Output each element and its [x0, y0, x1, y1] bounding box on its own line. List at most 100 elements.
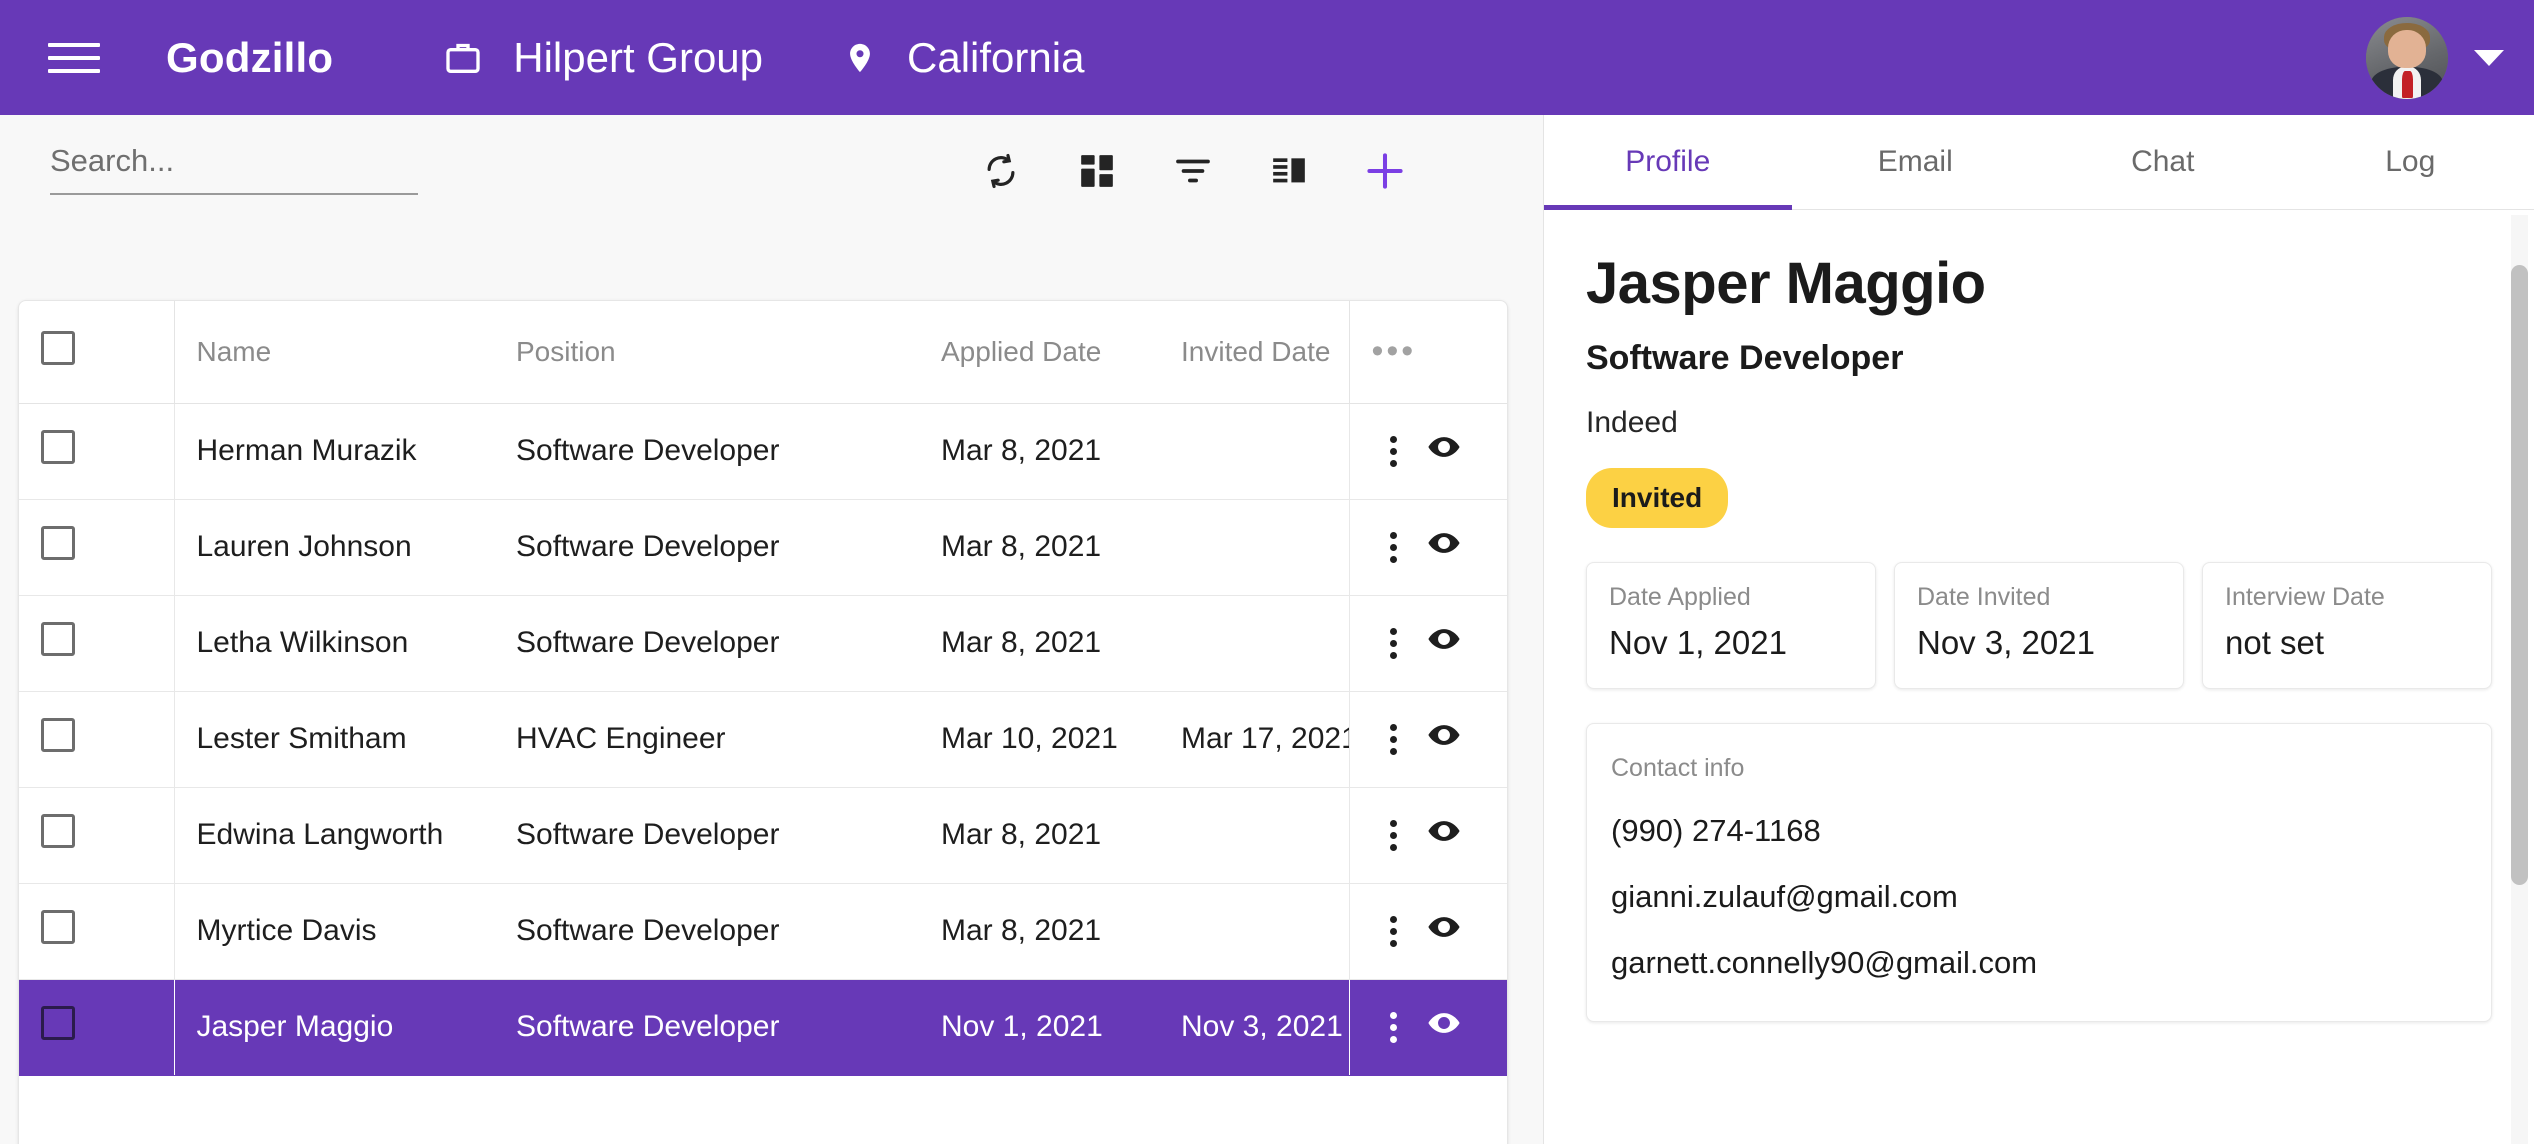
tab-profile[interactable]: Profile [1544, 115, 1792, 209]
cell-applied-date: Mar 8, 2021 [919, 787, 1159, 883]
contact-email-secondary[interactable]: garnett.connelly90@gmail.com [1611, 945, 2467, 981]
tab-log[interactable]: Log [2287, 115, 2534, 209]
contact-phone[interactable]: (990) 274-1168 [1611, 813, 2467, 849]
row-select-cell[interactable] [19, 595, 174, 691]
refresh-icon[interactable] [953, 135, 1049, 207]
row-select-cell[interactable] [19, 883, 174, 979]
row-checkbox[interactable] [41, 814, 75, 848]
cell-actions [1349, 499, 1508, 595]
table-row[interactable]: Lester SmithamHVAC EngineerMar 10, 2021M… [19, 691, 1508, 787]
candidates-table-card: Name Position Applied Date Invited Date … [18, 300, 1508, 1144]
tab-chat[interactable]: Chat [2039, 115, 2287, 209]
column-header-name[interactable]: Name [174, 301, 494, 403]
row-menu-icon[interactable] [1390, 628, 1397, 659]
table-header: Name Position Applied Date Invited Date … [19, 301, 1508, 403]
select-all-checkbox[interactable] [41, 331, 75, 365]
user-menu[interactable] [2366, 17, 2504, 99]
view-icon[interactable] [1427, 1006, 1461, 1048]
date-card-label: Date Applied [1609, 583, 1853, 612]
profile-source: Indeed [1586, 406, 2492, 440]
map-pin-icon [843, 36, 877, 80]
column-header-invited-date[interactable]: Invited Date [1159, 301, 1349, 403]
add-icon[interactable] [1337, 135, 1433, 207]
group-selector[interactable]: Hilpert Group [443, 34, 763, 82]
table-row[interactable]: Lauren JohnsonSoftware DeveloperMar 8, 2… [19, 499, 1508, 595]
location-selector[interactable]: California [843, 34, 1084, 82]
view-icon[interactable] [1427, 526, 1461, 568]
group-name: Hilpert Group [513, 34, 763, 82]
view-icon[interactable] [1427, 814, 1461, 856]
view-icon[interactable] [1427, 718, 1461, 760]
cell-name: Jasper Maggio [174, 979, 494, 1075]
view-icon[interactable] [1427, 910, 1461, 952]
row-select-cell[interactable] [19, 499, 174, 595]
row-menu-icon[interactable] [1390, 916, 1397, 947]
row-select-cell[interactable] [19, 979, 174, 1075]
row-checkbox[interactable] [41, 430, 75, 464]
row-checkbox[interactable] [41, 622, 75, 656]
detail-scrollbar-thumb[interactable] [2511, 265, 2528, 885]
candidates-pane: Name Position Applied Date Invited Date … [0, 115, 1543, 1144]
view-icon[interactable] [1427, 430, 1461, 472]
row-select-cell[interactable] [19, 691, 174, 787]
cell-name: Myrtice Davis [174, 883, 494, 979]
cell-invited-date: Nov 3, 2021 [1159, 979, 1349, 1075]
briefcase-icon [443, 37, 483, 79]
date-card-value: Nov 1, 2021 [1609, 624, 1853, 662]
column-options-menu[interactable]: ••• [1349, 301, 1508, 403]
cell-applied-date: Mar 8, 2021 [919, 499, 1159, 595]
column-header-position[interactable]: Position [494, 301, 919, 403]
view-icon[interactable] [1427, 622, 1461, 664]
cell-actions [1349, 595, 1508, 691]
profile-content: Jasper Maggio Software Developer Indeed … [1544, 210, 2534, 1144]
row-menu-icon[interactable] [1390, 436, 1397, 467]
cell-applied-date: Nov 1, 2021 [919, 979, 1159, 1075]
search-field[interactable] [50, 143, 418, 195]
row-checkbox[interactable] [41, 718, 75, 752]
cell-position: HVAC Engineer [494, 691, 919, 787]
chevron-down-icon[interactable] [2474, 50, 2504, 66]
row-menu-icon[interactable] [1390, 532, 1397, 563]
cell-name: Edwina Langworth [174, 787, 494, 883]
cell-position: Software Developer [494, 499, 919, 595]
tab-email[interactable]: Email [1792, 115, 2040, 209]
table-row[interactable]: Letha WilkinsonSoftware DeveloperMar 8, … [19, 595, 1508, 691]
cell-name: Lester Smitham [174, 691, 494, 787]
toolbar-actions [953, 135, 1433, 207]
cell-applied-date: Mar 8, 2021 [919, 403, 1159, 499]
detail-pane: ProfileEmailChatLog Jasper Maggio Softwa… [1543, 115, 2534, 1144]
select-all-cell[interactable] [19, 301, 174, 403]
row-checkbox[interactable] [41, 910, 75, 944]
table-row[interactable]: Myrtice DavisSoftware DeveloperMar 8, 20… [19, 883, 1508, 979]
row-select-cell[interactable] [19, 787, 174, 883]
filter-icon[interactable] [1145, 135, 1241, 207]
dashboard-icon[interactable] [1049, 135, 1145, 207]
location-name: California [907, 34, 1084, 82]
row-menu-icon[interactable] [1390, 724, 1397, 755]
cell-name: Herman Murazik [174, 403, 494, 499]
table-row[interactable]: Herman MurazikSoftware DeveloperMar 8, 2… [19, 403, 1508, 499]
cell-invited-date [1159, 595, 1349, 691]
candidates-table: Name Position Applied Date Invited Date … [19, 301, 1508, 1076]
profile-role: Software Developer [1586, 339, 2492, 378]
date-card-label: Date Invited [1917, 583, 2161, 612]
date-card: Date InvitedNov 3, 2021 [1894, 562, 2184, 689]
avatar[interactable] [2366, 17, 2448, 99]
cell-actions [1349, 403, 1508, 499]
row-menu-icon[interactable] [1390, 820, 1397, 851]
cell-actions [1349, 787, 1508, 883]
table-row[interactable]: Jasper MaggioSoftware DeveloperNov 1, 20… [19, 979, 1508, 1075]
search-input[interactable] [50, 143, 418, 195]
row-menu-icon[interactable] [1390, 1012, 1397, 1043]
hamburger-menu-icon[interactable] [48, 37, 100, 79]
column-header-applied-date[interactable]: Applied Date [919, 301, 1159, 403]
table-row[interactable]: Edwina LangworthSoftware DeveloperMar 8,… [19, 787, 1508, 883]
cell-position: Software Developer [494, 979, 919, 1075]
cell-invited-date [1159, 403, 1349, 499]
row-select-cell[interactable] [19, 403, 174, 499]
row-checkbox[interactable] [41, 1006, 75, 1040]
contact-email-primary[interactable]: gianni.zulauf@gmail.com [1611, 879, 2467, 915]
date-card: Interview Datenot set [2202, 562, 2492, 689]
columns-icon[interactable] [1241, 135, 1337, 207]
row-checkbox[interactable] [41, 526, 75, 560]
